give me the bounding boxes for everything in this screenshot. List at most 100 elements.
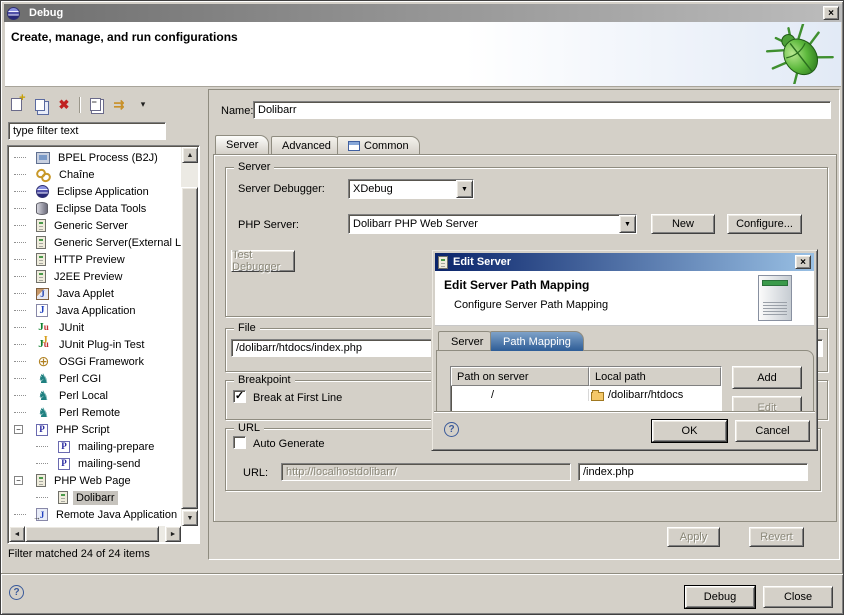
- debug-window: Debug × Create, manage, and run configur…: [0, 0, 844, 615]
- tree-connector: [36, 446, 58, 447]
- tree-item-http-preview[interactable]: HTTP Preview: [8, 251, 182, 268]
- collapse-expander-icon[interactable]: −: [14, 476, 23, 485]
- help-icon[interactable]: ?: [444, 422, 459, 437]
- name-label: Name:: [221, 105, 253, 117]
- bpel-icon: [36, 152, 50, 164]
- auto-generate-label: Auto Generate: [253, 438, 325, 450]
- tree-item-label: Chaîne: [56, 168, 97, 182]
- tree-connector: [14, 412, 36, 413]
- name-input[interactable]: Dolibarr: [253, 101, 831, 119]
- tree-connector: [14, 157, 36, 158]
- tree-item-label: Generic Server: [51, 219, 131, 233]
- break-first-line-checkbox[interactable]: ✓: [233, 390, 246, 403]
- tree-item-junit-plug-in-test[interactable]: JUnit Plug-in Test: [8, 336, 182, 353]
- tree-item-php-script[interactable]: − PHP Script: [8, 421, 182, 438]
- dialog-tab-server[interactable]: Server: [438, 331, 496, 351]
- filter-input[interactable]: type filter text: [8, 122, 166, 140]
- close-icon[interactable]: ×: [795, 255, 811, 269]
- tree-vscrollbar[interactable]: ▲ ▼: [181, 147, 198, 526]
- tree-connector: [14, 293, 36, 294]
- scroll-left-icon[interactable]: ◄: [9, 526, 25, 542]
- collapse-all-icon[interactable]: [86, 96, 104, 114]
- configure-button[interactable]: Configure...: [727, 214, 802, 234]
- tree-item-java-application[interactable]: Java Application: [8, 302, 182, 319]
- dialog-titlebar[interactable]: Edit Server ×: [435, 253, 814, 271]
- collapse-expander-icon[interactable]: −: [14, 425, 23, 434]
- ok-button[interactable]: OK: [652, 420, 727, 442]
- php-icon: [58, 441, 70, 453]
- new-config-icon[interactable]: [7, 96, 25, 114]
- close-icon[interactable]: ×: [823, 6, 839, 20]
- chevron-down-icon[interactable]: ▼: [456, 180, 473, 198]
- tree-item-eclipse-data-tools[interactable]: Eclipse Data Tools: [8, 200, 182, 217]
- server-debugger-label: Server Debugger:: [238, 183, 325, 195]
- tree-item-label: mailing-send: [75, 457, 143, 471]
- cancel-button[interactable]: Cancel: [735, 420, 810, 442]
- eclipse-icon: [36, 185, 49, 198]
- filter-menu-arrow-icon[interactable]: ▾: [134, 96, 152, 114]
- filter-status: Filter matched 24 of 24 items: [8, 548, 150, 560]
- revert-button[interactable]: Revert: [749, 527, 804, 547]
- tree-item-bpel-process-b2j[interactable]: BPEL Process (B2J): [8, 149, 182, 166]
- tree-item-perl-cgi[interactable]: Perl CGI: [8, 370, 182, 387]
- tree-connector: [14, 378, 36, 379]
- test-debugger-button[interactable]: Test Debugger: [231, 250, 295, 272]
- hscroll-thumb[interactable]: [25, 526, 159, 542]
- close-button[interactable]: Close: [763, 586, 833, 608]
- tree-item-perl-remote[interactable]: Perl Remote: [8, 404, 182, 421]
- tree-item-junit[interactable]: JUnit: [8, 319, 182, 336]
- tab-advanced[interactable]: Advanced: [271, 136, 342, 155]
- add-button[interactable]: Add: [732, 366, 802, 389]
- perl-icon: [36, 406, 51, 420]
- tree-item-label: Java Applet: [54, 287, 117, 301]
- tree-item-osgi-framework[interactable]: OSGi Framework: [8, 353, 182, 370]
- tree-item-java-applet[interactable]: Java Applet: [8, 285, 182, 302]
- tree-item-dolibarr[interactable]: Dolibarr: [8, 489, 182, 506]
- url-path-input[interactable]: /index.php: [578, 463, 808, 481]
- duplicate-config-icon[interactable]: [31, 96, 49, 114]
- tree-hscrollbar[interactable]: ◄ ►: [9, 526, 181, 542]
- toolbar-separator: [79, 97, 80, 113]
- auto-generate-checkbox[interactable]: [233, 436, 246, 449]
- column-header-path-on-server[interactable]: Path on server: [451, 367, 589, 386]
- apply-button[interactable]: Apply: [667, 527, 720, 547]
- tree-item-eclipse-application[interactable]: Eclipse Application: [8, 183, 182, 200]
- help-icon[interactable]: ?: [9, 585, 24, 600]
- server-debugger-select[interactable]: XDebug ▼: [348, 179, 474, 199]
- dialog-tab-path-mapping[interactable]: Path Mapping: [490, 331, 584, 351]
- filter-icon[interactable]: ⇉: [110, 96, 128, 114]
- tree-item-label: PHP Script: [53, 423, 113, 437]
- junit-icon: [36, 321, 51, 335]
- config-tree: BPEL Process (B2J) ChaîneEclipse Applicat…: [8, 149, 182, 526]
- chain-icon: [36, 168, 51, 182]
- tree-item-j2ee-preview[interactable]: J2EE Preview: [8, 268, 182, 285]
- tree-item-generic-server[interactable]: Generic Server: [8, 217, 182, 234]
- column-header-local-path[interactable]: Local path: [589, 367, 721, 386]
- tree-item-label: HTTP Preview: [51, 253, 128, 267]
- tree-connector: [14, 276, 36, 277]
- new-server-button[interactable]: New: [651, 214, 715, 234]
- scroll-up-icon[interactable]: ▲: [182, 147, 198, 163]
- tree-item-remote-java-application[interactable]: Remote Java Application: [8, 506, 182, 523]
- tab-common[interactable]: Common: [337, 136, 420, 155]
- window-titlebar[interactable]: Debug ×: [4, 4, 842, 22]
- scroll-right-icon[interactable]: ►: [165, 526, 181, 542]
- debug-button[interactable]: Debug: [685, 586, 755, 608]
- vscroll-thumb[interactable]: [181, 187, 198, 509]
- delete-config-icon[interactable]: ✖: [55, 96, 73, 114]
- table-row[interactable]: / /dolibarr/htdocs: [451, 386, 721, 404]
- tree-item-mailing-send[interactable]: mailing-send: [8, 455, 182, 472]
- chevron-down-icon[interactable]: ▼: [619, 215, 636, 233]
- tree-item-generic-server-external-la[interactable]: Generic Server(External La: [8, 234, 182, 251]
- tree-item-mailing-prepare[interactable]: mailing-prepare: [8, 438, 182, 455]
- java-icon: [36, 304, 48, 317]
- scroll-down-icon[interactable]: ▼: [182, 510, 198, 526]
- tree-item-php-web-page[interactable]: −PHP Web Page: [8, 472, 182, 489]
- tree-item-label: Dolibarr: [73, 491, 118, 505]
- tab-server[interactable]: Server: [215, 135, 269, 154]
- tree-item-perl-local[interactable]: Perl Local: [8, 387, 182, 404]
- php-server-select[interactable]: Dolibarr PHP Web Server ▼: [348, 214, 637, 234]
- tree-item-cha-ne[interactable]: Chaîne: [8, 166, 182, 183]
- server-icon: [36, 474, 46, 487]
- break-first-line-label: Break at First Line: [253, 392, 342, 404]
